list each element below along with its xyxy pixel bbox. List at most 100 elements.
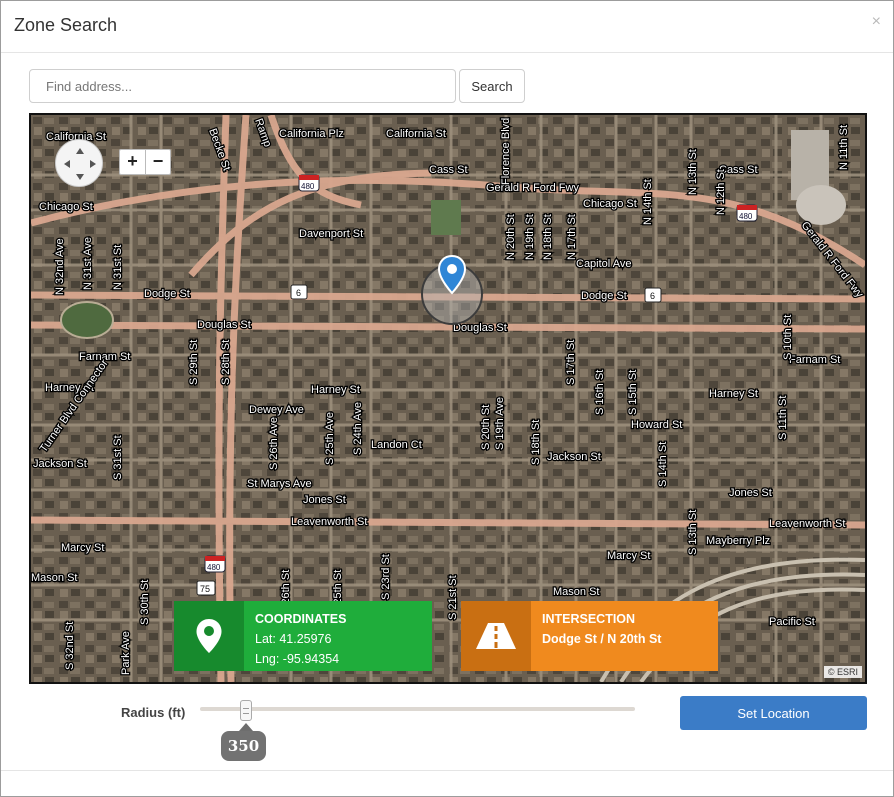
map-view[interactable]: California St California Plz California …	[29, 113, 867, 684]
map-street-label: Florence Blvd	[500, 118, 512, 185]
map-street-label: S 20th St	[480, 405, 492, 450]
map-street-label: N 19th St	[524, 214, 536, 260]
map-street-label: S 17th St	[565, 340, 577, 385]
intersection-panel: INTERSECTION Dodge St / N 20th St	[461, 601, 718, 671]
close-icon[interactable]: ×	[872, 13, 881, 31]
map-street-label: S 13th St	[687, 510, 699, 555]
pan-control[interactable]	[55, 139, 103, 187]
highway-shield-6: 6	[290, 284, 308, 300]
intersection-caption: INTERSECTION	[542, 612, 636, 626]
map-street-label: Davenport St	[299, 228, 363, 240]
address-search-input[interactable]	[29, 69, 456, 103]
map-street-label: Capitol Ave	[576, 258, 631, 270]
map-street-label: N 14th St	[642, 179, 654, 225]
svg-text:480: 480	[301, 182, 315, 191]
dialog-footer-divider	[1, 770, 893, 771]
map-street-label: S 28th St	[220, 340, 232, 385]
dialog-title: Zone Search	[14, 15, 118, 35]
map-street-label: N 13th St	[687, 149, 699, 195]
map-attribution[interactable]: © ESRI	[823, 666, 862, 678]
map-street-label: S 16th St	[594, 370, 606, 415]
map-street-label: S 14th St	[657, 442, 669, 487]
coordinates-caption: COORDINATES	[255, 612, 347, 626]
map-street-label: S 26th Ave	[268, 417, 280, 470]
map-street-label: S 15th St	[627, 370, 639, 415]
map-street-label: Chicago St	[583, 198, 637, 210]
map-street-label: Marcy St	[61, 542, 104, 554]
zone-search-dialog: Zone Search × Search	[0, 0, 894, 797]
map-street-label: Landon Ct	[371, 439, 422, 451]
map-street-label: Dewey Ave	[249, 404, 304, 416]
intersection-value: Dodge St / N 20th St	[542, 632, 662, 646]
map-street-label: S 18th St	[530, 420, 542, 465]
map-street-label: Farnam St	[789, 354, 840, 366]
latitude-value: Lat: 41.25976	[255, 632, 332, 646]
map-street-label: Mayberry Plz	[706, 535, 770, 547]
search-button[interactable]: Search	[459, 69, 525, 103]
svg-text:75: 75	[200, 584, 210, 594]
pan-arrows-icon	[64, 148, 96, 180]
map-street-label: N 32nd Ave	[54, 238, 66, 295]
map-street-label: Douglas St	[453, 322, 507, 334]
set-location-button[interactable]: Set Location	[680, 696, 867, 730]
map-street-label: S 21st St	[447, 575, 459, 620]
map-street-label: S 32nd St	[64, 622, 76, 670]
map-street-label: N 20th St	[505, 214, 517, 260]
map-street-label: S 23rd St	[380, 554, 392, 600]
map-street-label: S 25th Ave	[324, 412, 336, 465]
svg-text:480: 480	[207, 563, 221, 572]
zoom-in-button[interactable]: +	[120, 150, 145, 174]
highway-shield-75: 75	[196, 580, 216, 596]
radius-tooltip-arrow	[239, 723, 253, 731]
highway-shield-480: 480	[298, 174, 320, 192]
map-street-label: N 31st Ave	[82, 237, 94, 290]
map-street-label: N 31st St	[112, 245, 124, 290]
radius-value-tooltip: 350	[221, 731, 266, 761]
map-street-label: Jones St	[729, 487, 772, 499]
map-street-label: N 11th St	[838, 125, 850, 170]
map-street-label: Jones St	[303, 494, 346, 506]
map-street-label: Marcy St	[607, 550, 650, 562]
map-street-label: Pacific St	[769, 616, 815, 628]
svg-text:6: 6	[650, 291, 655, 301]
map-street-label: S 11th St	[777, 396, 789, 440]
map-street-label: S 19th Ave	[494, 397, 506, 450]
map-street-label: N 17th St	[566, 214, 578, 260]
map-street-label: Howard St	[631, 419, 682, 431]
map-street-label: Chicago St	[39, 201, 93, 213]
map-street-label: Park Ave	[120, 631, 132, 675]
map-street-label: Mason St	[553, 586, 599, 598]
map-street-label: S 29th St	[188, 340, 200, 385]
map-street-label: Mason St	[31, 572, 77, 584]
svg-text:6: 6	[296, 288, 301, 298]
svg-text:480: 480	[739, 212, 753, 221]
map-street-label: Leavenworth St	[291, 516, 367, 528]
zoom-control: + −	[119, 149, 171, 175]
map-street-label: S 24th Ave	[352, 402, 364, 455]
map-street-label: N 12th St	[715, 169, 727, 215]
radius-label: Radius (ft)	[121, 705, 186, 720]
zoom-out-button[interactable]: −	[145, 150, 170, 174]
location-pin-icon[interactable]	[437, 254, 467, 300]
map-street-label: California Plz	[279, 128, 344, 140]
satellite-map-image: California St California Plz California …	[31, 115, 865, 682]
highway-shield-480: 480	[204, 555, 226, 573]
map-street-label: Douglas St	[197, 319, 251, 331]
map-marker-icon	[174, 601, 244, 671]
radius-slider-handle[interactable]	[240, 700, 252, 721]
highway-shield-480: 480	[736, 204, 758, 222]
map-street-label: Dodge St	[144, 288, 190, 300]
highway-shield-6: 6	[644, 287, 662, 303]
map-street-label: S 10th St	[782, 315, 794, 360]
map-street-label: Cass St	[429, 164, 468, 176]
longitude-value: Lng: -95.94354	[255, 652, 340, 666]
map-street-label: Harney St	[311, 384, 360, 396]
map-street-label: Dodge St	[581, 290, 627, 302]
map-street-label: S 31st St	[112, 435, 124, 480]
map-street-label: Jackson St	[33, 458, 87, 470]
map-street-label: N 18th St	[542, 214, 554, 260]
radius-slider-track[interactable]	[200, 707, 635, 711]
coordinates-panel: COORDINATES Lat: 41.25976 Lng: -95.94354	[174, 601, 432, 671]
map-street-label: Jackson St	[547, 451, 601, 463]
dialog-header: Zone Search ×	[1, 1, 893, 53]
